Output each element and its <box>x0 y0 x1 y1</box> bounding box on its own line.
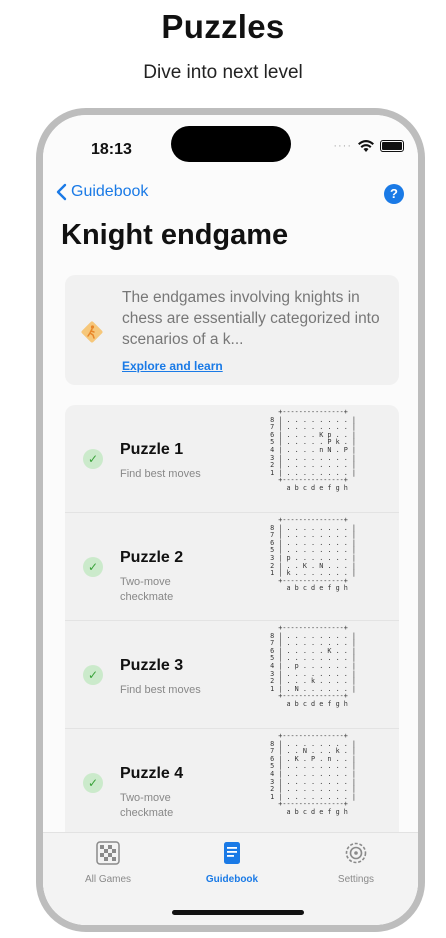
phone-frame: 18:13 ···· Guidebook ? Knight endgame Th… <box>36 108 425 932</box>
check-icon: ✓ <box>83 665 103 685</box>
info-description: The endgames involving knights in chess … <box>122 289 380 348</box>
tab-guidebook[interactable]: Guidebook <box>187 841 277 885</box>
info-card: The endgames involving knights in chess … <box>65 275 399 385</box>
battery-icon <box>380 140 404 152</box>
puzzle-subtitle: Find best moves <box>120 684 201 696</box>
promo-headline: Puzzles <box>161 8 285 45</box>
signal-icon: ···· <box>333 140 352 152</box>
tab-bar: All Games Guidebook Settings <box>43 832 418 925</box>
chess-board-diagram: +---------------+ 8 | . . . . . . . . | … <box>266 732 376 833</box>
chevron-left-icon <box>56 183 67 201</box>
gear-icon <box>345 842 367 864</box>
board-ascii: +---------------+ 8 | . . . . . . . . | … <box>270 732 357 816</box>
check-icon: ✓ <box>83 557 103 577</box>
puzzle-title: Puzzle 1 <box>120 441 184 458</box>
board-ascii: +---------------+ 8 | . . . . . . . . | … <box>270 516 357 593</box>
puzzle-row[interactable]: ✓ Puzzle 2 Two-move checkmate +---------… <box>65 513 399 621</box>
tab-all-games[interactable]: All Games <box>63 841 153 885</box>
back-label: Guidebook <box>71 183 149 200</box>
puzzle-list: ✓ Puzzle 1 Find best moves +------------… <box>65 405 399 837</box>
tab-settings[interactable]: Settings <box>311 841 401 885</box>
board-ascii: +---------------+ 8 | . . . . . . . . | … <box>270 624 357 708</box>
chess-board-diagram: +---------------+ 8 | . . . . . . . . | … <box>266 408 376 509</box>
home-indicator[interactable] <box>172 910 304 915</box>
puzzle-row[interactable]: ✓ Puzzle 3 Find best moves +------------… <box>65 621 399 729</box>
explore-link[interactable]: Explore and learn <box>122 359 223 373</box>
chess-board-diagram: +---------------+ 8 | . . . . . . . . | … <box>266 624 376 725</box>
puzzle-title: Puzzle 3 <box>120 657 184 674</box>
tab-label: All Games <box>84 874 132 885</box>
wifi-icon <box>358 140 374 152</box>
puzzle-row[interactable]: ✓ Puzzle 4 Two-move checkmate +---------… <box>65 729 399 837</box>
tab-label: Settings <box>337 874 375 885</box>
puzzle-subtitle: Two-move checkmate <box>120 792 174 819</box>
chess-board-diagram: +---------------+ 8 | . . . . . . . . | … <box>266 516 376 617</box>
status-indicators: ···· <box>333 139 404 153</box>
knight-move-icon <box>81 321 103 343</box>
puzzle-subtitle: Find best moves <box>120 468 201 480</box>
puzzle-subtitle: Two-move checkmate <box>120 576 174 603</box>
promo-subline: Dive into next level <box>143 62 303 83</box>
dynamic-island <box>171 126 291 162</box>
page-title: Knight endgame <box>61 219 289 251</box>
puzzle-row[interactable]: ✓ Puzzle 1 Find best moves +------------… <box>65 405 399 513</box>
puzzle-title: Puzzle 4 <box>120 765 184 782</box>
check-icon: ✓ <box>83 773 103 793</box>
help-button[interactable]: ? <box>384 184 404 204</box>
puzzle-title: Puzzle 2 <box>120 549 184 566</box>
chessboard-icon <box>96 841 120 865</box>
tab-label: Guidebook <box>205 874 259 885</box>
book-icon <box>224 842 240 864</box>
app-screen: 18:13 ···· Guidebook ? Knight endgame Th… <box>43 115 418 925</box>
back-button[interactable]: Guidebook <box>55 183 148 201</box>
check-icon: ✓ <box>83 449 103 469</box>
board-ascii: +---------------+ 8 | . . . . . . . . | … <box>270 408 357 492</box>
status-time: 18:13 <box>91 141 132 158</box>
